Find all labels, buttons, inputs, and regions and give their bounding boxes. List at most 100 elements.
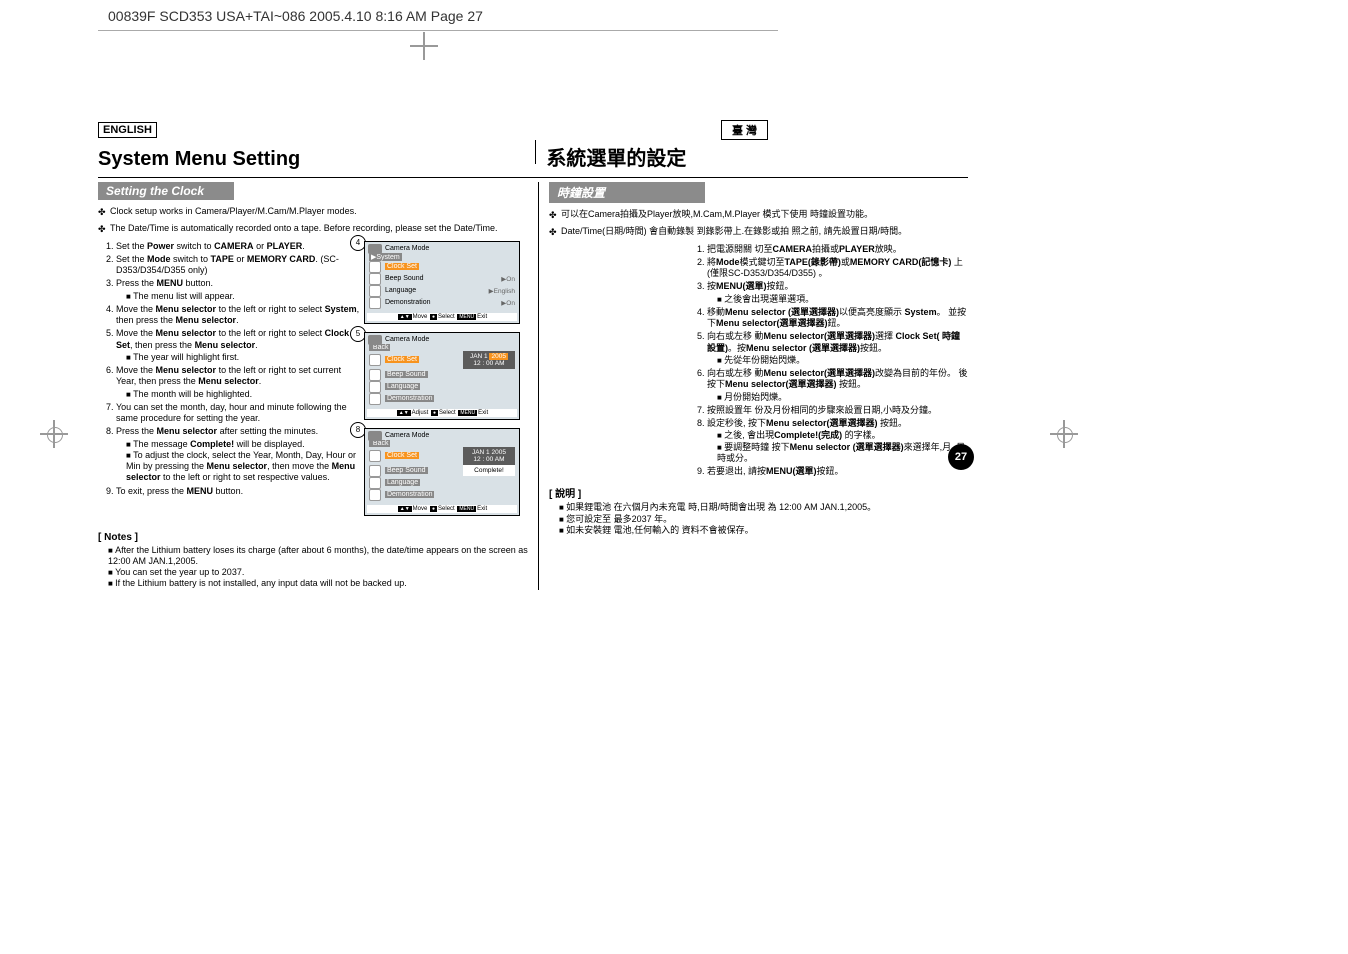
step-tw-3-sub: 之後會出現選單選項。 [717, 294, 968, 305]
osd-clockset: Clock Set [385, 356, 419, 363]
osd-system-row: ▶System [369, 253, 402, 261]
note-en-1: After the Lithium battery loses its char… [108, 545, 532, 568]
english-column: Setting the Clock ✤Clock setup works in … [98, 182, 538, 590]
osd-lang: Language [385, 287, 416, 294]
camera-icon [368, 431, 382, 441]
clock-icon [369, 450, 381, 462]
clock-icon [369, 261, 381, 273]
step-tw-1: 把電源開關 切至CAMERA拍攝或PLAYER放映。 [707, 244, 968, 255]
step-en-1: Set the Power switch to CAMERA or PLAYER… [116, 241, 360, 252]
step-tw-8-sub2: 要調整時鐘 按下Menu selector (選單選擇器)來選擇年,月, 日,時… [717, 442, 968, 465]
figures-column: 4 Camera Mode ▶System Clock Set Beep Sou… [360, 241, 532, 524]
globe-icon [369, 477, 381, 489]
figure-8: 8 Camera Mode Back Clock Set JAN 1 2005 [364, 428, 532, 516]
globe-icon [369, 381, 381, 393]
osd-demo: Demonstration [385, 299, 431, 306]
osd-beep: Beep Sound [385, 275, 424, 282]
osd-beep-val: ▶On [501, 275, 515, 283]
osd-title: Camera Mode [367, 244, 517, 253]
rule-line [98, 177, 968, 178]
step-tw-8-sub1: 之後, 會出現Complete!(完成) 的字樣。 [717, 430, 968, 441]
step-en-3: Press the MENU button. The menu list wil… [116, 278, 360, 302]
step-tw-6-sub: 月份開始閃爍。 [717, 392, 968, 403]
notes-heading-tw: [ 說明 ] [549, 485, 968, 500]
step-en-3-sub: The menu list will appear. [126, 291, 360, 302]
registration-mark-left [40, 420, 68, 448]
osd-footer-5: ▲▼Adjust ●Select MENUExit [367, 409, 517, 417]
note-tw-3: 如未安裝鋰 電池,任何輸入的 資料不會被保存。 [559, 525, 968, 536]
notes-heading-en: [ Notes ] [98, 532, 532, 543]
notes-en: After the Lithium battery loses its char… [98, 545, 532, 590]
clock-icon [369, 354, 381, 366]
osd-date-panel: JAN 1 2005 12 : 00 AM [463, 351, 515, 369]
osd-screen-8: Camera Mode Back Clock Set JAN 1 2005 12… [364, 428, 520, 516]
steps-tw: 把電源開關 切至CAMERA拍攝或PLAYER放映。 將Mode模式鍵切至TAP… [689, 244, 968, 478]
step-tw-2: 將Mode模式鍵切至TAPE(錄影帶)或MEMORY CARD(記憶卡) 上(僅… [707, 257, 968, 280]
osd-title: Camera Mode [367, 335, 517, 344]
osd-back-row: Back [369, 344, 391, 351]
globe-icon [369, 285, 381, 297]
steps-en: Set the Power switch to CAMERA or PLAYER… [98, 241, 360, 497]
chinese-column: 時鐘設置 ✤ 可以在Camera拍攝及Player放映,M.Cam,M.Playe… [539, 182, 968, 590]
step-tw-7: 按照設置年 份及月份相同的步驟來設置日期,小時及分鐘。 [707, 405, 968, 416]
step-tw-4: 移動Menu selector (選單選擇器)以便高亮度顯示 System。 並… [707, 307, 968, 330]
section-heading-tw: 時鐘設置 [549, 182, 705, 203]
camera-icon [368, 244, 382, 254]
osd-screen-4: Camera Mode ▶System Clock Set Beep Sound… [364, 241, 520, 324]
intro-en-1: Clock setup works in Camera/Player/M.Cam… [110, 206, 357, 216]
lang-badge-tw: 臺 灣 [721, 120, 768, 140]
bullet-icon: ✤ [549, 210, 557, 221]
bullet-icon: ✤ [549, 227, 557, 238]
step-tw-5-sub: 先從年份開始閃爍。 [717, 355, 968, 366]
step-en-6: Move the Menu selector to the left or ri… [116, 365, 360, 400]
osd-clockset: Clock Set [385, 452, 419, 459]
step-en-6-sub: The month will be highlighted. [126, 389, 360, 400]
runhead-underline [98, 30, 778, 31]
osd-demo-val: ▶On [501, 299, 515, 307]
step-en-5: Move the Menu selector to the left or ri… [116, 328, 360, 363]
step-tw-6: 向右或左移 動Menu selector(選單選擇器)改變為目前的年份。 後按下… [707, 368, 968, 403]
runhead-text: 00839F SCD353 USA+TAI~086 2005.4.10 8:16… [108, 8, 483, 24]
sound-icon [369, 369, 381, 381]
page-number-badge: 27 [948, 444, 974, 470]
step-tw-3: 按MENU(選單)按鈕。 之後會出現選單選項。 [707, 281, 968, 305]
camera-icon [368, 335, 382, 345]
osd-clockset: Clock Set [385, 263, 419, 270]
osd-title: Camera Mode [367, 431, 517, 440]
gear-icon [369, 489, 381, 501]
osd-screen-5: Camera Mode Back Clock Set JAN 1 2005 12… [364, 332, 520, 420]
osd-date-panel: JAN 1 2005 12 : 00 AM [463, 447, 515, 465]
osd-footer-4: ▲▼Move ●Select MENUExit [367, 313, 517, 321]
step-en-8-sub1: The message Complete! will be displayed. [126, 439, 360, 450]
step-en-2: Set the Mode switch to TAPE or MEMORY CA… [116, 254, 360, 277]
step-tw-8: 設定秒後, 按下Menu selector(選單選擇器) 按鈕。 之後, 會出現… [707, 418, 968, 464]
gear-icon [369, 297, 381, 309]
osd-lang-val: ▶English [489, 287, 515, 295]
content-area: 臺 灣 ENGLISH System Menu Setting 系統選單的設定 … [98, 120, 968, 590]
figure-4: 4 Camera Mode ▶System Clock Set Beep Sou… [364, 241, 532, 324]
intro-tw-2: Date/Time(日期/時間) 會自動錄製 到錄影帶上.在錄影或拍 照之前, … [561, 226, 907, 236]
title-en: System Menu Setting [98, 148, 529, 171]
title-tw: 系統選單的設定 [546, 142, 968, 171]
intro-tw-1: 可以在Camera拍攝及Player放映,M.Cam,M.Player 模式下使… [561, 209, 873, 219]
step-en-5-sub: The year will highlight first. [126, 352, 360, 363]
sound-icon [369, 465, 381, 477]
running-header: 00839F SCD353 USA+TAI~086 2005.4.10 8:16… [108, 8, 483, 24]
note-tw-2: 您可設定至 最多2037 年。 [559, 514, 968, 525]
notes-tw: 如果鋰電池 在六個月內未充電 時,日期/時間會出現 為 12:00 AM JAN… [549, 502, 968, 536]
crop-mark-top [410, 32, 438, 60]
step-en-8-sub2: To adjust the clock, select the Year, Mo… [126, 450, 360, 484]
page: 00839F SCD353 USA+TAI~086 2005.4.10 8:16… [0, 0, 1348, 954]
osd-footer-8: ▲▼Move ●Select MENUExit [367, 505, 517, 513]
step-en-4: Move the Menu selector to the left or ri… [116, 304, 360, 327]
step-en-7: You can set the month, day, hour and min… [116, 402, 360, 425]
step-tw-9: 若要退出, 請按MENU(選單)按鈕。 [707, 466, 968, 477]
osd-back-row: Back [369, 440, 391, 447]
step-tw-5: 向右或左移 動Menu selector(選單選擇器)選擇 Clock Set(… [707, 331, 968, 366]
note-en-3: If the Lithium battery is not installed,… [108, 578, 532, 589]
registration-mark-right [1050, 420, 1078, 448]
intro-en-2: The Date/Time is automatically recorded … [110, 223, 498, 233]
note-tw-1: 如果鋰電池 在六個月內未充電 時,日期/時間會出現 為 12:00 AM JAN… [559, 502, 968, 513]
lang-badge-en: ENGLISH [98, 122, 157, 138]
bullet-icon: ✤ [98, 207, 106, 218]
